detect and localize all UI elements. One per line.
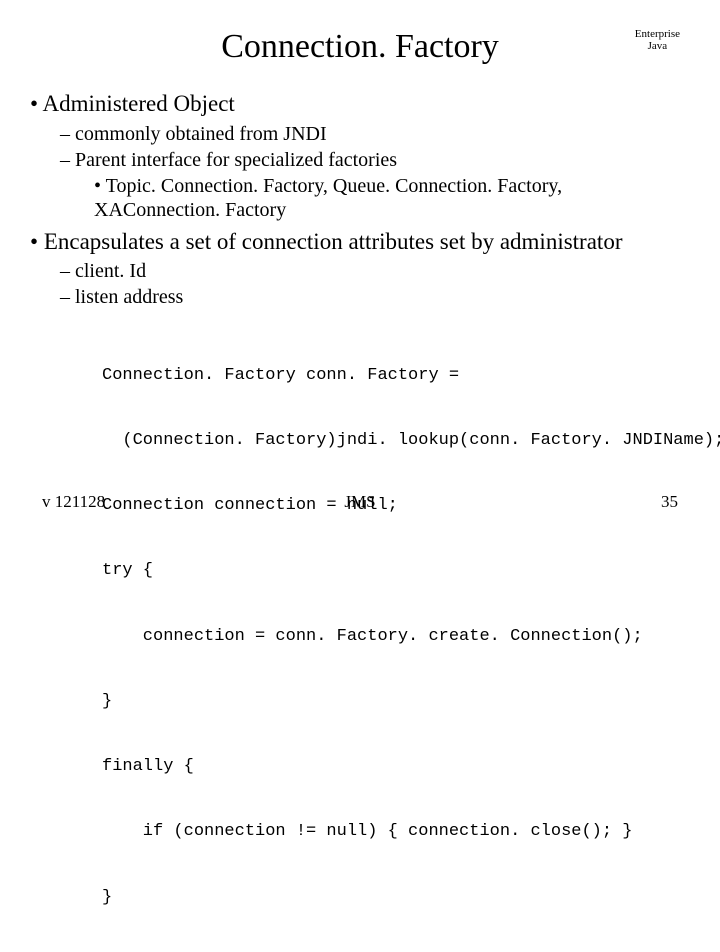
code-block: Connection. Factory conn. Factory = (Con… (102, 321, 690, 952)
corner-line-1: Enterprise (635, 28, 680, 40)
footer-page-number: 35 (661, 492, 678, 512)
bullet-level2: commonly obtained from JNDI (60, 122, 690, 146)
header-corner: Enterprise Java (635, 28, 680, 52)
code-line: (Connection. Factory)jndi. lookup(conn. … (102, 430, 690, 452)
bullet-level2: listen address (60, 285, 690, 309)
code-line: } (102, 691, 690, 713)
slide: Connection. Factory Enterprise Java Admi… (0, 0, 720, 540)
code-line: } (102, 887, 690, 909)
bullet-level2: client. Id (60, 259, 690, 283)
bullet-level1: Administered Object (30, 90, 690, 118)
code-line: Connection. Factory conn. Factory = (102, 365, 690, 387)
corner-line-2: Java (635, 40, 680, 52)
code-line: try { (102, 560, 690, 582)
code-line: connection = conn. Factory. create. Conn… (102, 626, 690, 648)
bullet-level3: Topic. Connection. Factory, Queue. Conne… (94, 174, 690, 222)
bullet-level2: Parent interface for specialized factori… (60, 148, 690, 172)
code-line: if (connection != null) { connection. cl… (102, 821, 690, 843)
bullet-level1: Encapsulates a set of connection attribu… (30, 228, 690, 256)
slide-body: Administered Object commonly obtained fr… (30, 84, 690, 952)
footer-topic: JMS (0, 492, 720, 512)
slide-title: Connection. Factory (0, 28, 720, 66)
code-line: finally { (102, 756, 690, 778)
